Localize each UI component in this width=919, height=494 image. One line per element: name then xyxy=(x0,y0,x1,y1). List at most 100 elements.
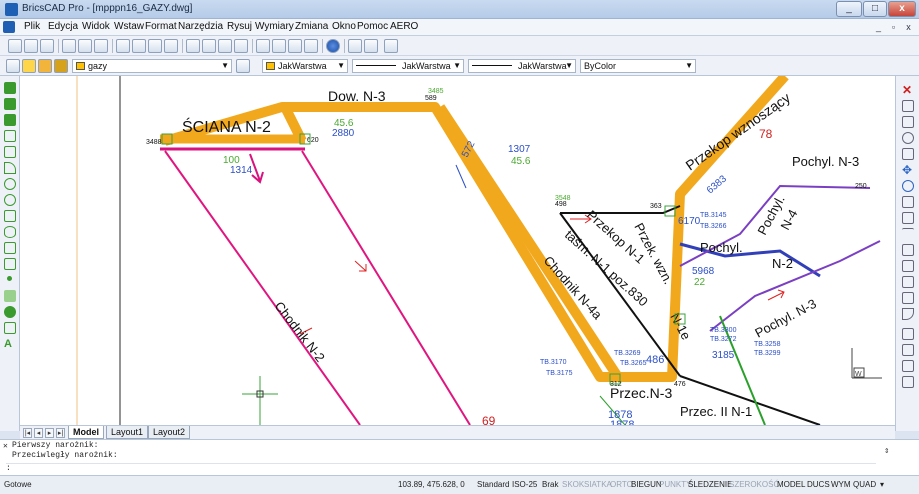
status-toggle-sledzenie[interactable]: ŚLEDZENIE xyxy=(688,480,732,489)
copy-object-icon[interactable] xyxy=(902,100,914,112)
menu-format[interactable]: Format xyxy=(145,21,177,32)
menu-edycja[interactable]: Edycja xyxy=(48,21,78,32)
document-icon[interactable] xyxy=(3,21,15,33)
status-toggle-siatka[interactable]: SIATKA xyxy=(584,480,612,489)
menu-widok[interactable]: Widok xyxy=(82,21,110,32)
drawing-svg[interactable]: W ŚCIANA N-2 Dow. N-3 Przekop wznoszący … xyxy=(20,76,895,425)
scale-icon[interactable] xyxy=(902,196,914,208)
status-coordinates[interactable]: 103.89, 475.628, 0 xyxy=(398,480,465,489)
explode-icon[interactable] xyxy=(902,328,914,340)
spline-icon[interactable] xyxy=(4,210,16,222)
make-object-layer-current-icon[interactable] xyxy=(236,59,250,73)
rectangle-icon[interactable] xyxy=(4,146,16,158)
text-style-icon[interactable] xyxy=(348,39,362,53)
tab-layout2[interactable]: Layout2 xyxy=(148,426,191,439)
layer-select[interactable]: gazy ▼ xyxy=(72,59,232,73)
fillet-icon[interactable] xyxy=(902,308,914,320)
tab-model[interactable]: Model xyxy=(68,426,104,439)
design-center-icon[interactable] xyxy=(272,39,286,53)
new-file-icon[interactable] xyxy=(8,39,22,53)
hatch-icon[interactable] xyxy=(4,290,16,302)
layer-freeze-icon[interactable] xyxy=(38,59,52,73)
menu-pomoc[interactable]: Pomoc xyxy=(357,21,388,32)
menu-wstaw[interactable]: Wstaw xyxy=(114,21,144,32)
help-icon[interactable] xyxy=(326,39,340,53)
dimension-style-icon[interactable] xyxy=(364,39,378,53)
copy-icon[interactable] xyxy=(132,39,146,53)
status-toggle-szerokosc[interactable]: SZEROKOŚĆ xyxy=(729,480,779,489)
chamfer-icon[interactable] xyxy=(902,292,914,304)
circle-icon[interactable] xyxy=(4,178,16,190)
zoom-previous-icon[interactable] xyxy=(234,39,248,53)
properties-icon[interactable] xyxy=(256,39,270,53)
array-icon[interactable] xyxy=(902,148,914,160)
break-icon[interactable] xyxy=(902,260,914,272)
last-tab-icon[interactable]: ▸| xyxy=(56,428,65,438)
pan-icon[interactable] xyxy=(186,39,200,53)
join-icon[interactable] xyxy=(902,276,914,288)
next-tab-icon[interactable]: ▸ xyxy=(45,428,54,438)
layer-lock-icon[interactable] xyxy=(54,59,68,73)
drawing-canvas[interactable]: W ŚCIANA N-2 Dow. N-3 Przekop wznoszący … xyxy=(20,76,895,425)
print-icon[interactable] xyxy=(62,39,76,53)
status-text-style[interactable]: Standard xyxy=(477,480,509,489)
status-menu-chevron-icon[interactable]: ▾ xyxy=(880,480,884,489)
cut-icon[interactable] xyxy=(116,39,130,53)
block-edit-icon[interactable] xyxy=(902,376,914,388)
command-scroll-icon[interactable]: ⇕ xyxy=(884,446,889,456)
status-field[interactable]: Brak xyxy=(542,480,558,489)
menu-narzedzia[interactable]: Narzędzia xyxy=(178,21,223,32)
erase-icon[interactable]: ✕ xyxy=(902,84,914,96)
paste-icon[interactable] xyxy=(148,39,162,53)
bricscad-app-icon[interactable] xyxy=(5,3,18,16)
ellipse-icon[interactable] xyxy=(4,226,16,238)
offset-icon[interactable] xyxy=(902,132,914,144)
menu-rysuj[interactable]: Rysuj xyxy=(227,21,252,32)
infinite-line-icon[interactable] xyxy=(4,98,16,110)
mdi-restore-button[interactable]: ▫ xyxy=(887,21,900,33)
line-icon[interactable] xyxy=(4,82,16,94)
status-toggle-quad[interactable]: QUAD xyxy=(853,480,876,489)
layer-states-icon[interactable] xyxy=(6,59,20,73)
save-icon[interactable] xyxy=(40,39,54,53)
open-file-icon[interactable] xyxy=(24,39,38,53)
tab-layout1[interactable]: Layout1 xyxy=(106,426,149,439)
match-properties-icon[interactable] xyxy=(164,39,178,53)
status-toggle-skok[interactable]: SKOK xyxy=(562,480,584,489)
mdi-minimize-button[interactable]: _ xyxy=(872,21,885,33)
revision-cloud-icon[interactable] xyxy=(4,194,16,206)
region-icon[interactable] xyxy=(4,306,16,318)
status-toggle-biegun[interactable]: BIEGUN xyxy=(631,480,662,489)
mirror-icon[interactable] xyxy=(902,116,914,128)
command-close-icon[interactable]: ✕ xyxy=(3,441,8,451)
move-icon[interactable]: ✥ xyxy=(902,164,914,176)
polyline-icon[interactable] xyxy=(4,114,16,126)
menu-zmiana[interactable]: Zmiana xyxy=(295,21,328,32)
linetype-select[interactable]: JakWarstwa ▼ xyxy=(352,59,464,73)
color-select[interactable]: JakWarstwa ▼ xyxy=(262,59,348,73)
rotate-icon[interactable] xyxy=(902,180,914,192)
arc-icon[interactable] xyxy=(4,162,16,174)
trim-icon[interactable] xyxy=(902,228,914,240)
previous-tab-icon[interactable]: ◂ xyxy=(34,428,43,438)
status-toggle-ducs[interactable]: DUCS xyxy=(807,480,830,489)
menu-wymiary[interactable]: Wymiary xyxy=(255,21,294,32)
edit-polyline-icon[interactable] xyxy=(902,344,914,356)
minimize-button[interactable]: _ xyxy=(836,1,862,17)
lineweight-select[interactable]: JakWarstwa ▼ xyxy=(468,59,576,73)
polygon-icon[interactable] xyxy=(4,130,16,142)
make-block-icon[interactable] xyxy=(4,258,16,270)
status-toggle-orto[interactable]: ORTO xyxy=(610,480,633,489)
close-button[interactable]: x xyxy=(888,1,916,17)
sheet-set-icon[interactable] xyxy=(384,39,398,53)
attribute-edit-icon[interactable] xyxy=(902,360,914,372)
zoom-realtime-icon[interactable] xyxy=(202,39,216,53)
multiline-text-icon[interactable]: A xyxy=(4,338,16,350)
status-dim-style[interactable]: ISO-25 xyxy=(512,480,537,489)
maximize-button[interactable]: □ xyxy=(863,1,887,17)
plotstyle-select[interactable]: ByColor ▼ xyxy=(580,59,696,73)
mdi-close-button[interactable]: x xyxy=(902,21,915,33)
insert-block-icon[interactable] xyxy=(4,242,16,254)
point-icon[interactable] xyxy=(7,276,12,281)
status-toggle-wym[interactable]: WYM xyxy=(831,480,851,489)
